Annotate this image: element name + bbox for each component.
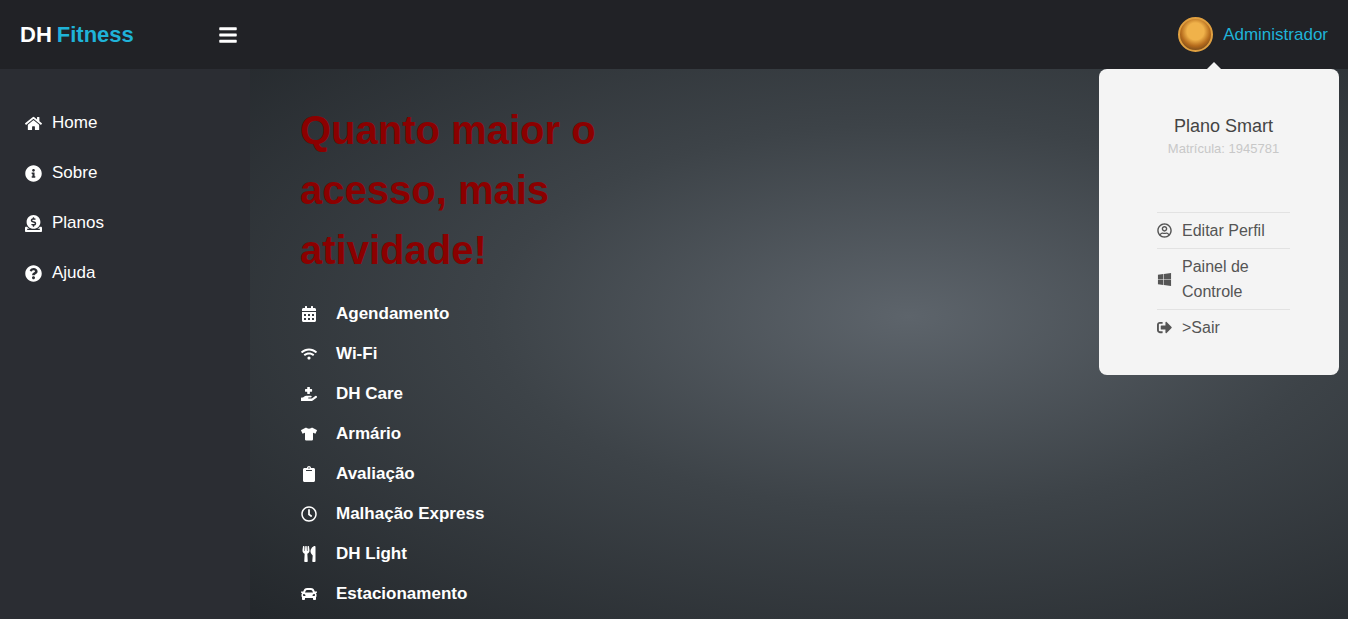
avatar-icon <box>1178 17 1213 52</box>
sidebar-item[interactable]: Sobre <box>25 148 250 198</box>
top-bar: DHFitness Administrador <box>0 0 1348 69</box>
user-menu[interactable]: Administrador <box>1178 17 1328 52</box>
sidebar: HomeSobrePlanosAjuda <box>0 69 250 619</box>
feature-icon <box>301 346 317 362</box>
registration: Matrícula: 1945781 <box>1157 141 1290 156</box>
feature-item: Malhação Express <box>300 494 1348 534</box>
feature-icon <box>301 506 317 522</box>
sidebar-item-icon <box>25 115 42 132</box>
feature-icon <box>301 466 317 482</box>
feature-icon <box>301 546 317 562</box>
feature-item: DH Care <box>300 374 1348 414</box>
profile-menu-item[interactable]: Painel de Controle <box>1157 248 1290 309</box>
sidebar-item-icon <box>25 215 42 232</box>
sidebar-item[interactable]: Home <box>25 98 250 148</box>
sidebar-item-icon <box>25 165 42 182</box>
feature-icon <box>301 426 317 442</box>
profile-menu-item[interactable]: Editar Perfil <box>1157 212 1290 248</box>
feature-icon <box>301 586 317 602</box>
sidebar-item[interactable]: Planos <box>25 198 250 248</box>
feature-icon <box>301 306 317 322</box>
menu-button[interactable] <box>218 25 238 45</box>
hamburger-icon <box>218 25 238 45</box>
sidebar-item[interactable]: Ajuda <box>25 248 250 298</box>
feature-item: Avaliação <box>300 454 1348 494</box>
feature-item: Estacionamento <box>300 574 1348 614</box>
feature-item: Armário <box>300 414 1348 454</box>
feature-item: DH Light <box>300 534 1348 574</box>
sidebar-item-icon <box>25 265 42 282</box>
app: DHFitness Administrador HomeSobrePlanosAju… <box>0 0 1348 619</box>
hero-title: Quanto maior o acesso, mais atividade! <box>300 100 640 280</box>
profile-menu-item[interactable]: >Sair <box>1157 309 1290 345</box>
profile-dropdown: Plano Smart Matrícula: 1945781 Editar Perf… <box>1099 69 1339 375</box>
menu-item-icon <box>1157 223 1172 238</box>
logo[interactable]: DHFitness <box>20 22 218 48</box>
plan-name: Plano Smart <box>1157 116 1290 137</box>
menu-item-icon <box>1157 272 1172 287</box>
profile-menu: Editar PerfilPainel de Controle>Sair <box>1157 212 1290 345</box>
menu-item-icon <box>1157 320 1172 335</box>
feature-icon <box>301 386 317 402</box>
